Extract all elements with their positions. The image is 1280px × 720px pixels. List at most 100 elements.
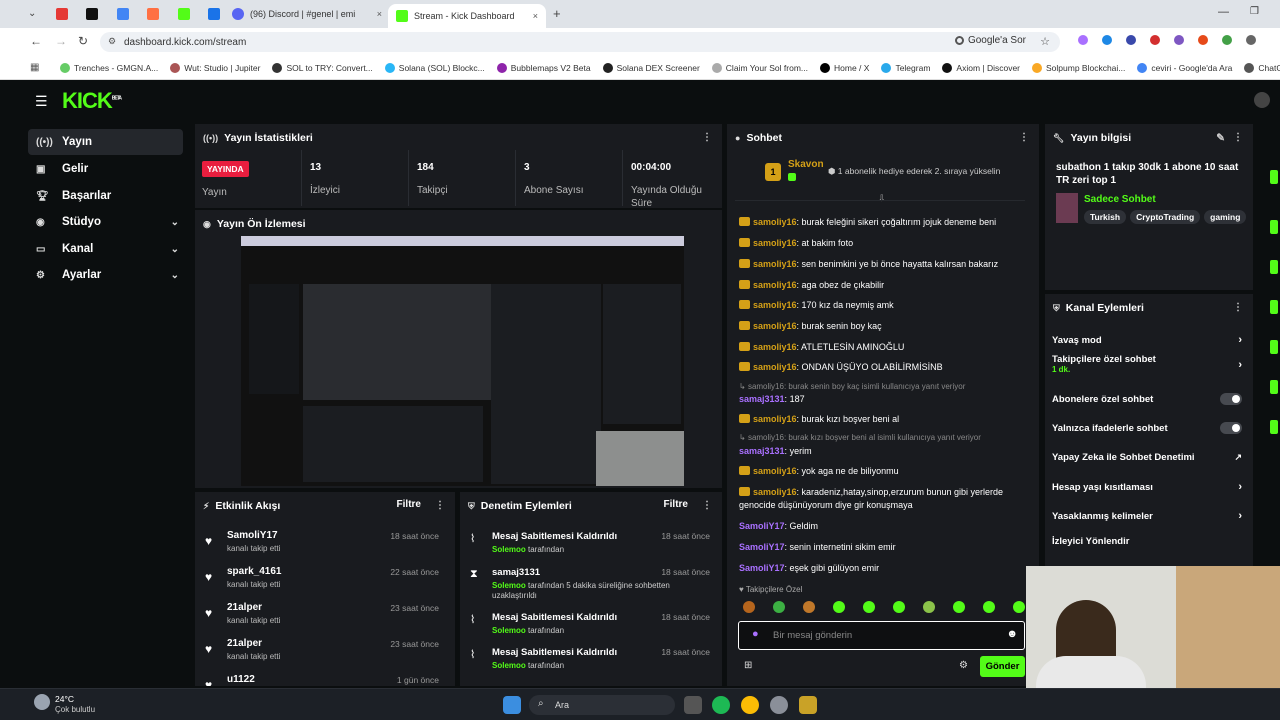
chat-username[interactable]: SamoliY17 (739, 542, 785, 552)
back-icon[interactable]: ← (30, 34, 42, 48)
emote-icon[interactable] (983, 601, 995, 613)
list-item[interactable]: ⌇ Mesaj Sabitlemesi Kaldırıldı Solemoo tar… (460, 642, 718, 676)
weather-icon[interactable] (34, 694, 50, 710)
chat-username[interactable]: samoliy16 (753, 217, 797, 227)
bookmark-item[interactable]: ChatGPT (1244, 62, 1280, 73)
bookmark-item[interactable]: Trenches - GMGN.A... (60, 62, 158, 73)
extension-icon[interactable] (1198, 35, 1208, 45)
microphone-icon[interactable]: ● (752, 628, 759, 640)
tab-favicon[interactable] (117, 8, 129, 20)
bookmark-item[interactable]: Solpump Blockchai... (1032, 62, 1125, 73)
emote-icon[interactable] (863, 601, 875, 613)
list-item[interactable]: ⌇ Mesaj Sabitlemesi Kaldırıldı Solemoo tar… (460, 526, 718, 560)
send-button[interactable]: Gönder (980, 656, 1025, 677)
emote-icon[interactable] (743, 601, 755, 613)
chat-username[interactable]: samoliy16 (753, 342, 797, 352)
app-icon[interactable] (770, 696, 788, 714)
kick-logo[interactable]: KICKBETA (62, 88, 122, 114)
chat-username[interactable]: samoliy16 (753, 466, 797, 476)
chat-username[interactable]: samoliy16 (753, 238, 797, 248)
emotes-only-toggle[interactable] (1220, 422, 1242, 434)
close-icon[interactable]: × (533, 11, 538, 21)
list-item[interactable]: ♥ 21alper kanalı takip etti 23 saat önce (195, 634, 447, 668)
new-tab-icon[interactable]: + (553, 6, 561, 21)
toolbar-icon[interactable] (1270, 340, 1278, 354)
banned-words-option[interactable]: Yasaklanmış kelimeler › (1052, 505, 1248, 527)
chat-username[interactable]: samoliy16 (753, 487, 797, 497)
raid-option[interactable]: İzleyici Yönlendir (1052, 530, 1248, 552)
more-icon[interactable]: ⋮ (1233, 302, 1243, 313)
close-icon[interactable]: × (377, 9, 382, 19)
subs-only-toggle[interactable] (1220, 393, 1242, 405)
bookmark-item[interactable]: Telegram (881, 62, 930, 73)
site-info-icon[interactable]: ⚙ (108, 36, 116, 47)
chat-input[interactable]: ● Bir mesaj gönderin ☻ (738, 621, 1025, 650)
toolbar-icon[interactable] (1270, 220, 1278, 234)
emoji-icon[interactable]: ☻ (1006, 628, 1018, 640)
url-bar[interactable]: ⚙ dashboard.kick.com/stream Google'a Sor… (100, 32, 1060, 52)
list-item[interactable]: ♥ u1122 1 gün önce (195, 670, 447, 686)
chat-username[interactable]: samoliy16 (753, 280, 797, 290)
ai-moderation-option[interactable]: Yapay Zeka ile Sohbet Denetimi ↗ (1052, 446, 1248, 468)
bookmark-item[interactable]: Solana (SOL) Blockc... (384, 62, 485, 73)
chat-username[interactable]: samoliy16 (753, 362, 797, 372)
toolbar-icon[interactable] (1270, 380, 1278, 394)
emote-icon[interactable] (803, 601, 815, 613)
emote-icon[interactable] (953, 601, 965, 613)
maximize-icon[interactable]: ❐ (1250, 6, 1259, 17)
chat-username[interactable]: samoliy16 (753, 321, 797, 331)
taskbar-search[interactable]: ⌕ Ara (529, 695, 675, 715)
emote-icon[interactable] (773, 601, 785, 613)
pinned-username[interactable]: Skavon (788, 159, 824, 170)
tab-favicon[interactable] (86, 8, 98, 20)
scroll-down-icon[interactable]: ⇩ (878, 193, 886, 204)
tab-favicon[interactable] (56, 8, 68, 20)
chat-username[interactable]: SamoliY17 (739, 521, 785, 531)
extension-icon[interactable] (1126, 35, 1136, 45)
tag[interactable]: gaming (1204, 210, 1247, 224)
toolbar-icon[interactable] (1270, 170, 1278, 184)
list-item[interactable]: ⌇ Mesaj Sabitlemesi Kaldırıldı Solemoo tar… (460, 607, 718, 641)
sidebar-item-studyo[interactable]: ◉ Stüdyo ⌄ (28, 209, 183, 235)
chat-username[interactable]: samoliy16 (753, 300, 797, 310)
bookmark-item[interactable]: Home / X (820, 62, 869, 73)
bookmark-item[interactable]: Axiom | Discover (942, 62, 1020, 73)
bookmark-item[interactable]: Bubblemaps V2 Beta (496, 62, 591, 73)
more-icon[interactable]: ⋮ (702, 132, 712, 143)
forward-icon[interactable]: → (55, 34, 67, 48)
tab-favicon[interactable] (147, 8, 159, 20)
google-ask-button[interactable]: Google'a Sor (954, 35, 1026, 46)
bookmark-item[interactable]: SOL to TRY: Convert... (272, 62, 373, 73)
chrome-icon[interactable] (741, 696, 759, 714)
subs-only-option[interactable]: Abonelere özel sohbet (1052, 388, 1248, 410)
spotify-icon[interactable] (712, 696, 730, 714)
tag[interactable]: CryptoTrading (1130, 210, 1201, 224)
tab-favicon[interactable] (178, 8, 190, 20)
more-icon[interactable]: ⋮ (1233, 132, 1243, 143)
apps-grid-icon[interactable]: ▦ (30, 62, 39, 73)
toolbar-icon[interactable] (1270, 300, 1278, 314)
emotes-only-option[interactable]: Yalnızca ifadelerle sohbet (1052, 417, 1248, 439)
tab-discord[interactable]: (96) Discord | #genel | emi × (232, 4, 382, 24)
avatar[interactable] (1254, 92, 1270, 108)
list-item[interactable]: ♥ SamoliY17 kanalı takip etti 18 saat önce (195, 526, 447, 560)
filter-button[interactable]: Filtre (664, 499, 688, 510)
list-item[interactable]: ♥ 21alper kanalı takip etti 23 saat önce (195, 598, 447, 632)
windows-start-icon[interactable] (503, 696, 521, 714)
toolbar-icon[interactable] (1270, 420, 1278, 434)
sidebar-item-kanal[interactable]: ▭ Kanal ⌄ (28, 236, 183, 262)
tab-kick-dashboard[interactable]: Stream - Kick Dashboard × (388, 4, 546, 28)
extension-icon[interactable] (1174, 35, 1184, 45)
sidebar-item-basarilar[interactable]: 🏆︎ Başarılar (28, 183, 183, 209)
bookmark-item[interactable]: Claim Your Sol from... (711, 62, 808, 73)
bookmark-item[interactable]: Wut: Studio | Jupiter (170, 62, 260, 73)
followers-only-option[interactable]: Takipçilere özel sohbet 1 dk. › (1052, 354, 1248, 380)
chat-username[interactable]: samoliy16 (753, 259, 797, 269)
app-icon[interactable] (799, 696, 817, 714)
tab-favicon[interactable] (208, 8, 220, 20)
emote-icon[interactable] (923, 601, 935, 613)
chat-username[interactable]: SamoliY17 (739, 563, 785, 573)
stream-preview-video[interactable] (241, 236, 684, 486)
bookmark-star-icon[interactable]: ☆ (1040, 35, 1050, 48)
extension-icon[interactable] (1222, 35, 1232, 45)
